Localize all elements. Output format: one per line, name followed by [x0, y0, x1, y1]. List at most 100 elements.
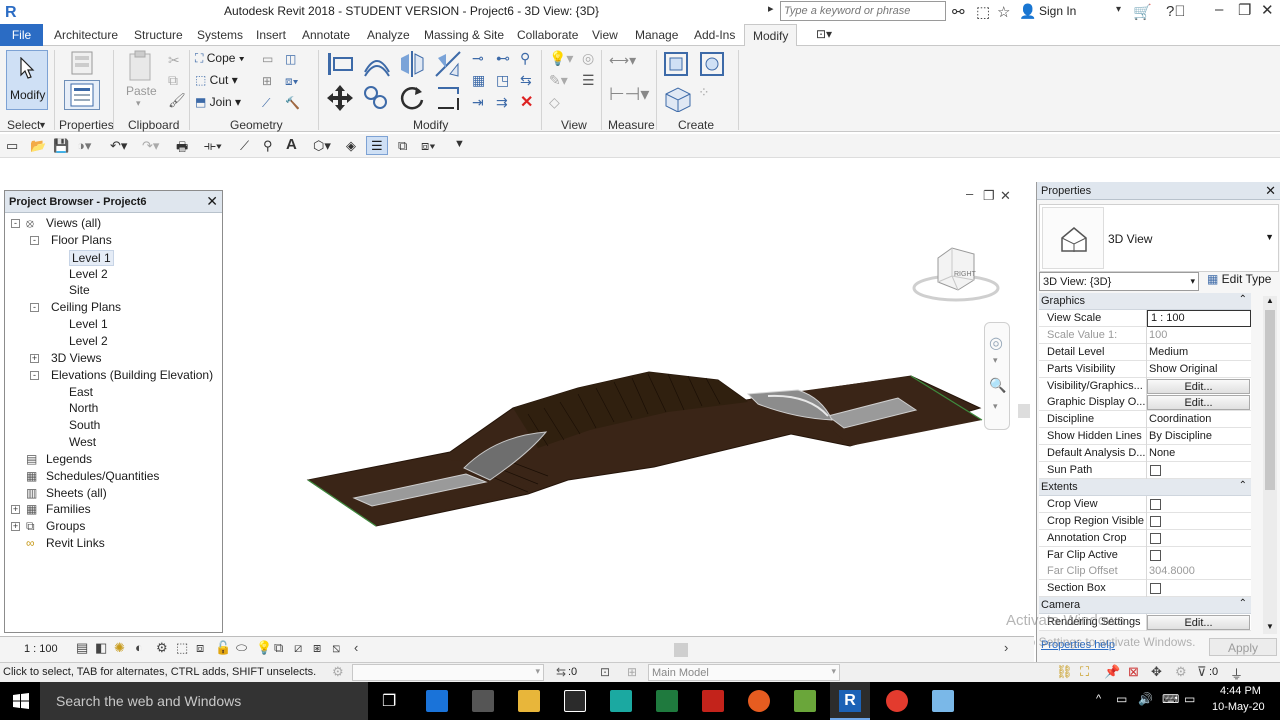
file-explorer-icon[interactable]	[518, 690, 540, 712]
rendering-icon[interactable]: ⚙	[156, 640, 168, 656]
store-icon[interactable]	[472, 690, 494, 712]
background-processes-icon[interactable]: ⚙	[1175, 664, 1187, 680]
properties-scrollbar[interactable]: ▲ ▼	[1263, 296, 1277, 634]
property-checkbox[interactable]	[1150, 465, 1161, 476]
tree-item[interactable]: ∞ Revit Links	[5, 535, 215, 552]
worksets-icon[interactable]: ⚙	[332, 664, 344, 680]
notification-icon[interactable]: ▭	[1184, 692, 1195, 706]
close-properties-icon[interactable]: ✕	[1265, 183, 1276, 199]
property-row[interactable]: Detail Level Medium	[1039, 343, 1251, 361]
expand-toggle-icon[interactable]: +	[11, 505, 20, 515]
filter-funnel-icon[interactable]: ⏚	[1230, 664, 1243, 683]
edge-icon[interactable]	[426, 690, 448, 712]
tree-item[interactable]: ▥ Sheets (all)	[5, 485, 215, 502]
property-row[interactable]: Show Hidden Lines By Discipline	[1039, 428, 1251, 446]
match-properties-icon[interactable]: 🖌	[168, 92, 186, 109]
property-group-header[interactable]: Extents ⌃	[1039, 478, 1251, 496]
trim-single-icon[interactable]: ⇥	[472, 94, 484, 111]
taskbar-search-box[interactable]: Search the web and Windows	[40, 682, 368, 720]
override-graphics-icon[interactable]: ◎	[582, 50, 594, 67]
restore-icon[interactable]: ❐	[1238, 1, 1251, 19]
split-gap-icon[interactable]: ⊷	[496, 50, 510, 67]
zoom-dropdown-icon[interactable]: ▾	[993, 401, 998, 412]
tree-item[interactable]: ▦ Schedules/Quantities	[5, 468, 215, 485]
tab-structure[interactable]: Structure	[134, 28, 183, 42]
tab-massing-site[interactable]: Massing & Site	[424, 28, 504, 42]
create-similar-icon[interactable]: ⁘	[698, 84, 710, 101]
tree-item[interactable]: ▤ Legends	[5, 451, 215, 468]
task-view-icon[interactable]: ❐	[382, 691, 396, 711]
tree-item[interactable]: South	[5, 417, 215, 434]
property-row[interactable]: Section Box	[1039, 580, 1251, 598]
show-crop-icon[interactable]: ⧈	[196, 640, 204, 656]
select-by-face-icon[interactable]: ⊠	[1128, 664, 1139, 680]
paste-dropdown-icon[interactable]: ▾	[136, 98, 141, 109]
steering-wheel-icon[interactable]: ◎	[989, 333, 1003, 353]
tag-icon[interactable]: ⚲	[263, 138, 273, 154]
type-dropdown-icon[interactable]: ▼	[1265, 232, 1274, 242]
undo-icon[interactable]: ↶▾	[110, 138, 127, 154]
aligned-dim-qat-icon[interactable]: ⟋	[240, 138, 249, 154]
property-row[interactable]: View Scale 1 : 100	[1039, 309, 1251, 327]
property-group-header[interactable]: Graphics ⌃	[1039, 293, 1251, 310]
tree-item[interactable]: Site	[5, 282, 215, 299]
redo-icon[interactable]: ↷▾	[142, 138, 159, 154]
edit-type-button[interactable]: ▦ Edit Type	[1207, 272, 1271, 290]
acrobat-icon[interactable]	[702, 690, 724, 712]
detail-level-icon[interactable]: ▤	[76, 640, 88, 656]
close-project-browser-icon[interactable]: ✕	[206, 193, 218, 210]
collapse-group-icon[interactable]: ⌃	[1239, 294, 1247, 305]
paint-icon[interactable]: ⧈▾	[285, 74, 299, 89]
revit-taskbar-button[interactable]: R	[830, 682, 870, 720]
thin-lines-icon[interactable]: ☰	[582, 72, 595, 89]
tab-manage[interactable]: Manage	[635, 28, 678, 42]
demolish-icon[interactable]: ⟋	[262, 96, 270, 111]
property-row[interactable]: Crop Region Visible	[1039, 512, 1251, 530]
collapse-toggle-icon[interactable]: -	[30, 235, 39, 245]
paste-icon[interactable]	[126, 50, 154, 82]
unpin-icon[interactable]: ⇆	[520, 72, 532, 89]
select-panel-label[interactable]: Select	[7, 118, 40, 132]
tree-item[interactable]: - Ceiling Plans	[5, 299, 215, 316]
delete-icon[interactable]: ✕	[520, 92, 533, 112]
tab-file[interactable]: File	[0, 24, 43, 46]
create-assembly-icon[interactable]	[662, 50, 690, 78]
sun-path-icon[interactable]: ✺	[114, 640, 125, 656]
measure-qat-icon[interactable]: ⟛▾	[204, 138, 222, 154]
expand-toggle-icon[interactable]: +	[30, 353, 39, 363]
copy-element-icon[interactable]	[362, 84, 390, 112]
property-checkbox[interactable]	[1150, 549, 1161, 561]
switch-windows-icon[interactable]: ⧈▾	[421, 138, 436, 154]
split-element-icon[interactable]: ⊸	[472, 50, 484, 67]
sign-in-dropdown-icon[interactable]: ▾	[1116, 4, 1121, 15]
view-selector-dropdown[interactable]: 3D View: {3D} ▾	[1039, 272, 1199, 291]
wall-joins-icon[interactable]: ▭	[262, 52, 273, 66]
create-group-icon[interactable]	[662, 84, 692, 112]
select-dropdown-icon[interactable]: ▼	[38, 120, 47, 130]
property-edit-button[interactable]: Edit...	[1147, 378, 1250, 394]
viewport-scroll-thumb[interactable]	[1018, 404, 1030, 418]
tab-systems[interactable]: Systems	[197, 28, 243, 42]
scroll-up-icon[interactable]: ▲	[1266, 296, 1274, 305]
tab-collaborate[interactable]: Collaborate	[517, 28, 578, 42]
tree-item[interactable]: East	[5, 384, 215, 401]
join-button[interactable]: ⬒ Join ▾	[195, 95, 241, 109]
cart-icon[interactable]: 🛒	[1133, 3, 1152, 21]
text-icon[interactable]: A	[286, 136, 297, 153]
windows-start-icon[interactable]	[13, 693, 29, 709]
rotate-icon[interactable]	[398, 84, 426, 112]
create-parts-icon[interactable]	[698, 50, 726, 78]
trim-multiple-icon[interactable]: ⇉	[496, 94, 508, 111]
active-only-icon[interactable]: ⊞	[627, 665, 637, 679]
drag-on-selection-icon[interactable]: ✥	[1151, 664, 1162, 680]
hscroll-right-icon[interactable]: ›	[1004, 640, 1008, 655]
hscroll-thumb[interactable]	[674, 643, 688, 657]
volume-icon[interactable]: 🔊	[1138, 692, 1153, 706]
property-row[interactable]: Discipline Coordination	[1039, 411, 1251, 429]
aligned-dimension-icon[interactable]: ⊢⊣▾	[609, 84, 649, 105]
collapse-toggle-icon[interactable]: -	[30, 303, 39, 313]
array-icon[interactable]: ▦	[472, 72, 485, 89]
customize-qat-icon[interactable]: ▼	[454, 138, 465, 150]
chrome-icon[interactable]	[886, 690, 908, 712]
thin-lines-toggle[interactable]: ☰	[366, 136, 388, 155]
